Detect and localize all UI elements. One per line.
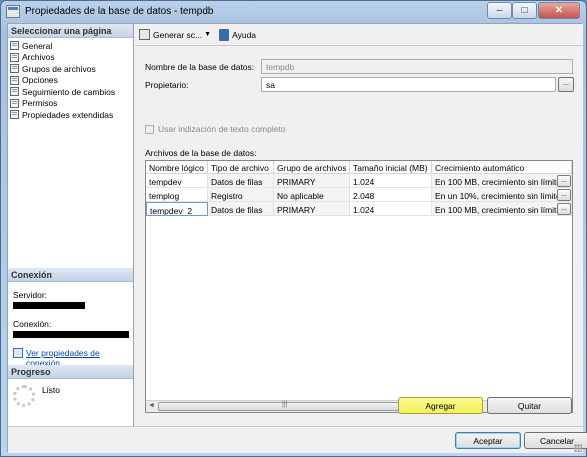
- fulltext-label: Usar indización de texto completo: [158, 124, 286, 134]
- autogrowth-ellipsis-button[interactable]: ...: [557, 203, 571, 215]
- server-label: Servidor:: [13, 290, 48, 300]
- progress-spinner-icon: [13, 385, 35, 407]
- select-page-header: Seleccionar una página: [8, 24, 133, 38]
- page-label: Permisos: [22, 98, 58, 109]
- page-icon: [10, 64, 19, 74]
- script-button[interactable]: Generar sc... ▼: [139, 29, 215, 40]
- cell-filegroup: No aplicable: [274, 188, 350, 202]
- script-label: Generar sc...: [153, 29, 203, 40]
- progress-section: Progreso Listo: [8, 365, 133, 407]
- files-grid: Nombre lógico Tipo de archivo Grupo de a…: [145, 160, 573, 413]
- page-item-seguimiento[interactable]: Seguimiento de cambios: [8, 86, 133, 98]
- col-header-initial-size[interactable]: Tamaño inicial (MB): [350, 161, 432, 174]
- minimize-button[interactable]: –: [487, 2, 512, 19]
- page-label: Archivos: [22, 52, 55, 63]
- left-pane: Seleccionar una página General Archivos …: [8, 24, 134, 426]
- remove-button[interactable]: Quitar: [487, 397, 572, 414]
- add-button[interactable]: Agregar: [398, 397, 483, 414]
- window-title: Propiedades de la base de datos - tempdb: [25, 6, 214, 17]
- autogrowth-ellipsis-button[interactable]: ...: [557, 189, 571, 201]
- autogrowth-ellipsis-button[interactable]: ...: [557, 175, 571, 187]
- page-icon: [10, 52, 19, 62]
- cell-initial-size[interactable]: 2.048: [350, 188, 432, 202]
- cell-autogrowth: En un 10%, crecimiento sin límite: [432, 188, 572, 202]
- page-label: General: [22, 40, 53, 51]
- fulltext-checkbox[interactable]: [145, 124, 154, 134]
- page-label: Propiedades extendidas: [22, 109, 114, 120]
- connection-section: Conexión Servidor: Conexión: Ver propied…: [8, 268, 133, 372]
- cell-file-type: Datos de filas: [208, 174, 274, 188]
- cell-autogrowth: En 100 MB, crecimiento sin límite: [432, 174, 572, 188]
- page-item-permisos[interactable]: Permisos: [8, 98, 133, 110]
- page-list: General Archivos Grupos de archivos Opci…: [8, 38, 133, 121]
- cell-initial-size[interactable]: 1.024: [350, 174, 432, 188]
- col-header-file-type[interactable]: Tipo de archivo: [208, 161, 274, 174]
- col-header-autogrowth[interactable]: Crecimiento automático: [432, 161, 572, 174]
- title-bar: Propiedades de la base de datos - tempdb…: [1, 1, 586, 23]
- cell-autogrowth: En 100 MB, crecimiento sin límite: [432, 202, 572, 216]
- right-pane: Generar sc... ▼ Ayuda Nombre de la base …: [135, 24, 583, 426]
- progress-status: Listo: [42, 385, 60, 395]
- chevron-down-icon[interactable]: ▼: [204, 31, 211, 38]
- help-label: Ayuda: [232, 29, 257, 40]
- cell-filegroup[interactable]: PRIMARY: [274, 174, 350, 188]
- help-button[interactable]: Ayuda: [219, 28, 257, 41]
- page-icon: [10, 87, 19, 97]
- connection-label: Conexión:: [13, 319, 52, 329]
- cell-logical-name[interactable]: templog: [146, 188, 208, 202]
- ok-button[interactable]: Aceptar: [455, 432, 521, 449]
- dialog-client: Seleccionar una página General Archivos …: [7, 23, 587, 453]
- server-redacted: [13, 302, 85, 309]
- scroll-thumb[interactable]: [158, 401, 424, 411]
- cell-logical-name[interactable]: tempdev: [146, 174, 208, 188]
- fulltext-checkbox-row[interactable]: Usar indización de texto completo: [145, 124, 286, 134]
- page-item-archivos[interactable]: Archivos: [8, 52, 133, 64]
- page-label: Seguimiento de cambios: [22, 86, 116, 97]
- page-item-opciones[interactable]: Opciones: [8, 75, 133, 87]
- col-header-filegroup[interactable]: Grupo de archivos: [274, 161, 350, 174]
- help-icon: [219, 28, 230, 41]
- files-label: Archivos de la base de datos:: [145, 148, 257, 158]
- cell-file-type: Registro: [208, 188, 274, 202]
- close-button[interactable]: ✕: [538, 2, 580, 19]
- owner-browse-button[interactable]: ...: [558, 77, 574, 92]
- connection-body: Servidor: Conexión: Ver propiedades de c…: [8, 282, 133, 372]
- page-item-grupos[interactable]: Grupos de archivos: [8, 63, 133, 75]
- page-icon: [10, 98, 19, 108]
- owner-field[interactable]: sa: [261, 77, 556, 92]
- cell-file-type: Datos de filas: [208, 202, 274, 216]
- page-icon: [10, 41, 19, 51]
- col-header-logical-name[interactable]: Nombre lógico: [146, 161, 208, 174]
- cell-initial-size[interactable]: 1.024: [350, 202, 432, 216]
- page-item-propiedades[interactable]: Propiedades extendidas: [8, 109, 133, 121]
- properties-icon: [13, 348, 23, 358]
- bottom-bar: Aceptar Cancelar: [8, 426, 587, 453]
- connection-redacted: [13, 331, 129, 338]
- scroll-left-icon[interactable]: ◄: [146, 402, 157, 411]
- page-item-general[interactable]: General: [8, 40, 133, 52]
- page-icon: [10, 75, 19, 85]
- page-label: Grupos de archivos: [22, 63, 96, 74]
- cell-filegroup[interactable]: PRIMARY: [274, 202, 350, 216]
- toolbar: Generar sc... ▼ Ayuda: [135, 24, 583, 46]
- db-name-label: Nombre de la base de datos:: [145, 62, 255, 72]
- db-name-field[interactable]: tempdb: [261, 59, 573, 74]
- app-icon: [6, 5, 20, 18]
- connection-header: Conexión: [8, 268, 133, 282]
- progress-header: Progreso: [8, 365, 133, 379]
- script-icon: [139, 29, 150, 40]
- maximize-button[interactable]: □: [512, 2, 537, 19]
- page-label: Opciones: [22, 75, 58, 86]
- page-icon: [10, 110, 19, 120]
- resize-grip-icon[interactable]: [574, 444, 582, 452]
- owner-label: Propietario:: [145, 80, 189, 90]
- cell-logical-name-selected[interactable]: tempdev_2: [146, 202, 208, 216]
- dialog-window: Propiedades de la base de datos - tempdb…: [0, 0, 587, 457]
